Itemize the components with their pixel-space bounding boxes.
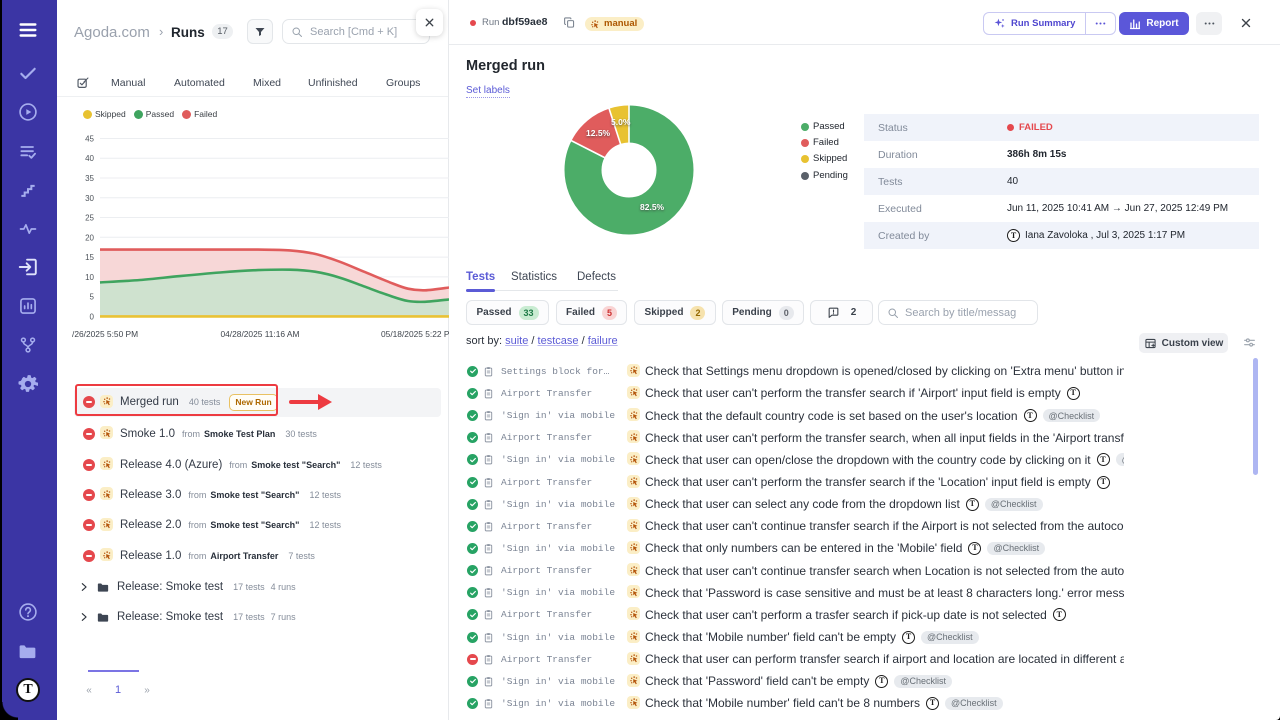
svg-text:40: 40	[85, 154, 94, 163]
svg-text:20: 20	[85, 233, 94, 242]
svg-text:5: 5	[90, 293, 95, 302]
svg-text:25: 25	[85, 214, 94, 223]
svg-text:10: 10	[85, 273, 94, 282]
svg-text:15: 15	[85, 253, 94, 262]
svg-text:05/18/2025 5:22 PM: 05/18/2025 5:22 PM	[381, 329, 449, 339]
svg-text:45: 45	[85, 135, 94, 144]
svg-text:/26/2025 5:50 PM: /26/2025 5:50 PM	[72, 329, 138, 339]
svg-text:35: 35	[85, 174, 94, 183]
svg-text:0: 0	[90, 312, 95, 321]
svg-text:04/28/2025 11:16 AM: 04/28/2025 11:16 AM	[220, 329, 299, 339]
svg-text:30: 30	[85, 194, 94, 203]
